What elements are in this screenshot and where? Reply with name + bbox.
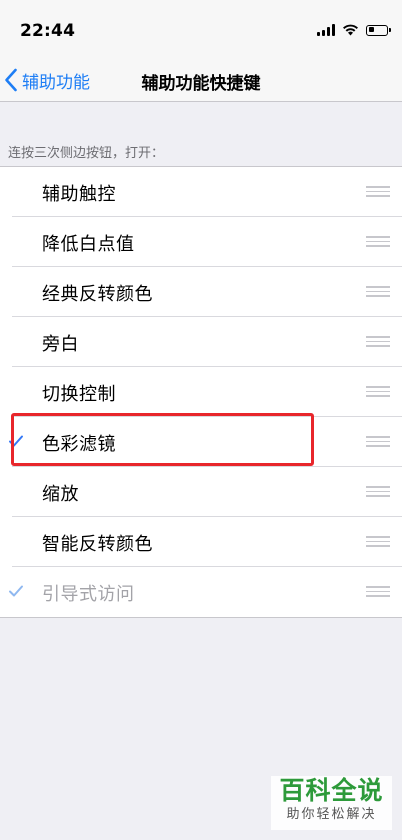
list-item[interactable]: 切换控制 <box>0 367 402 417</box>
battery-level <box>368 27 375 32</box>
status-bar: 22:44 <box>0 0 402 60</box>
watermark-logo: 百科全说 助你轻松解决 <box>271 776 392 830</box>
list-item[interactable]: 缩放 <box>0 467 402 517</box>
page-title: 辅助功能快捷键 <box>141 74 261 94</box>
list-item[interactable]: 旁白 <box>0 317 402 367</box>
reorder-handle-icon[interactable] <box>366 436 390 447</box>
navigation-bar: 辅助功能 辅助功能快捷键 <box>0 60 402 102</box>
cellular-signal-icon <box>317 24 335 36</box>
list-item[interactable]: 智能反转颜色 <box>0 517 402 567</box>
checkmark-icon <box>9 435 23 447</box>
list-item[interactable]: 辅助触控 <box>0 167 402 217</box>
section-header: 连按三次侧边按钮，打开： <box>8 146 165 161</box>
watermark-subtitle: 助你轻松解决 <box>286 807 377 822</box>
status-time: 22:44 <box>20 21 76 41</box>
shortcut-list: 辅助触控降低白点值经典反转颜色 旁白切换控制色彩滤镜缩放智能反转颜色 引导式访问 <box>0 166 402 618</box>
checkmark-icon <box>9 585 23 597</box>
status-icons <box>317 24 391 36</box>
list-item-label: 引导式访问 <box>42 584 135 605</box>
list-item-label: 降低白点值 <box>42 234 135 255</box>
list-item[interactable]: 降低白点值 <box>0 217 402 267</box>
watermark-title: 百科全说 <box>279 776 384 805</box>
reorder-handle-icon[interactable] <box>366 286 390 297</box>
list-item[interactable]: 经典反转颜色 <box>0 267 402 317</box>
reorder-handle-icon[interactable] <box>366 586 390 597</box>
list-item-label: 智能反转颜色 <box>42 534 153 555</box>
reorder-handle-icon[interactable] <box>366 536 390 547</box>
list-item-label: 缩放 <box>42 484 79 505</box>
reorder-handle-icon[interactable] <box>366 336 390 347</box>
list-item[interactable]: 色彩滤镜 <box>0 417 402 467</box>
list-item-label: 色彩滤镜 <box>42 434 116 455</box>
list-item-label: 经典反转颜色 <box>42 284 153 305</box>
reorder-handle-icon[interactable] <box>366 486 390 497</box>
reorder-handle-icon[interactable] <box>366 386 390 397</box>
list-item-label: 切换控制 <box>42 384 116 405</box>
wifi-icon <box>343 24 358 36</box>
reorder-handle-icon[interactable] <box>366 236 390 247</box>
battery-icon <box>366 24 391 36</box>
list-item-label: 旁白 <box>42 334 79 355</box>
reorder-handle-icon[interactable] <box>366 186 390 197</box>
list-item[interactable]: 引导式访问 <box>0 567 402 617</box>
list-item-label: 辅助触控 <box>42 184 116 205</box>
